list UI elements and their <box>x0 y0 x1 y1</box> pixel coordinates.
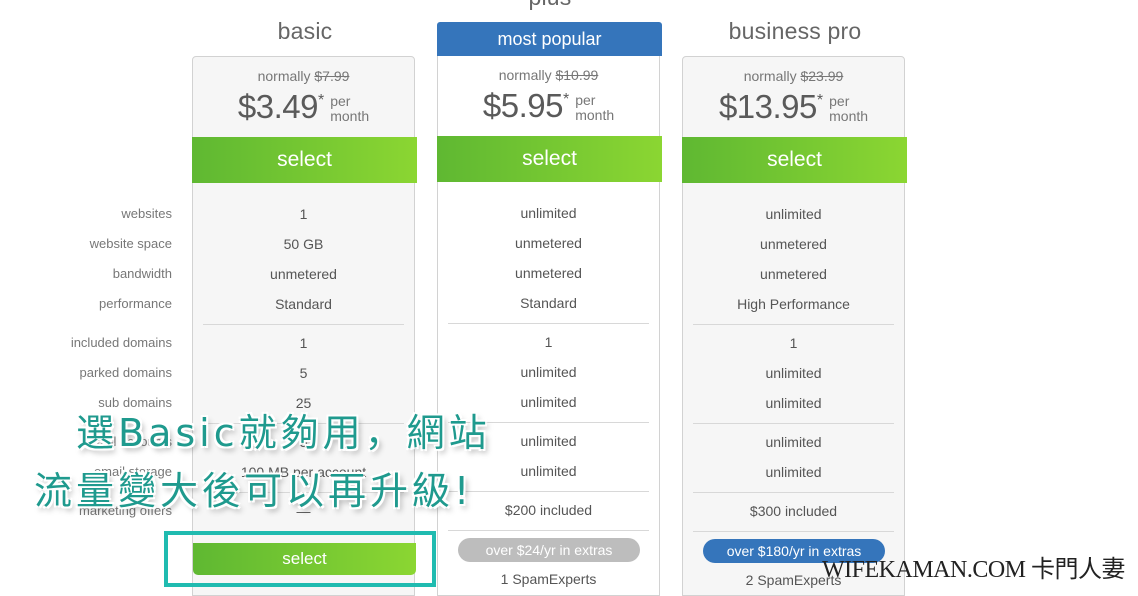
per-month: per month <box>829 94 868 124</box>
divider <box>693 423 894 424</box>
current-price: $13.95 <box>718 88 817 125</box>
value-parked-domains: unlimited <box>520 364 577 380</box>
value-performance: High Performance <box>737 296 850 312</box>
value-parked-domains: unlimited <box>765 365 822 381</box>
value-performance: Standard <box>520 295 577 311</box>
value-marketing-offers: $300 included <box>749 503 838 519</box>
normal-price: normally $10.99 <box>438 67 659 83</box>
value-spam-experts: 1 SpamExperts <box>500 571 597 587</box>
label-websites: websites <box>121 206 172 221</box>
value-sub-domains: unlimited <box>765 395 822 411</box>
per-text: per <box>829 93 850 109</box>
divider <box>693 324 894 325</box>
value-websites: 1 <box>299 206 308 222</box>
value-included-domains: 1 <box>789 335 798 351</box>
normally-label: normally <box>743 68 797 84</box>
divider <box>693 531 894 532</box>
per-month: per month <box>575 93 614 123</box>
select-button-plus[interactable]: select <box>437 136 662 182</box>
price-block: normally $7.99 $3.49 * per month <box>193 57 414 137</box>
month-text: month <box>330 108 370 124</box>
old-price: $7.99 <box>314 68 350 84</box>
value-included-domains: 1 <box>299 335 308 351</box>
normally-label: normally <box>257 68 311 84</box>
plan-card-business-pro: normally $23.99 $13.95 * per month select… <box>682 56 907 596</box>
label-included-domains: included domains <box>70 335 172 350</box>
annotation-line-2: 流量變大後可以再升級! <box>34 469 474 513</box>
plan-title-basic: basic <box>277 18 333 44</box>
current-price: $5.95 <box>482 87 564 124</box>
plan-title-business-pro: business pro <box>728 18 862 44</box>
normal-price: normally $23.99 <box>683 68 904 84</box>
value-bandwidth: unmetered <box>270 266 337 282</box>
value-websites: unlimited <box>765 206 822 222</box>
value-bandwidth: unmetered <box>760 266 827 282</box>
normally-label: normally <box>498 67 552 83</box>
value-website-space: unmetered <box>515 235 582 251</box>
month-text: month <box>575 107 615 123</box>
label-bandwidth: bandwidth <box>112 266 172 281</box>
plan-card-basic: normally $7.99 $3.49 * per month select 1… <box>192 56 417 596</box>
price-asterisk: * <box>317 92 325 109</box>
month-text: month <box>829 108 869 124</box>
plan-card-plus: normally $10.99 $5.95 * per month select … <box>437 56 662 596</box>
price-block: normally $23.99 $13.95 * per month <box>683 57 904 137</box>
value-email-storage: unlimited <box>765 464 822 480</box>
value-bandwidth: unmetered <box>515 265 582 281</box>
price-asterisk: * <box>816 92 824 109</box>
divider <box>448 491 649 492</box>
value-performance: Standard <box>275 296 332 312</box>
value-included-domains: 1 <box>544 334 553 350</box>
label-performance: performance <box>99 296 172 311</box>
plan-title-plus: plus <box>437 0 663 11</box>
extras-pill: over $24/yr in extras <box>458 538 640 562</box>
per-text: per <box>575 92 596 108</box>
normal-price: normally $7.99 <box>193 68 414 84</box>
value-email-accounts: unlimited <box>765 434 822 450</box>
divider <box>448 323 649 324</box>
old-price: $10.99 <box>555 67 599 83</box>
highlight-annotation-box <box>164 531 436 587</box>
old-price: $23.99 <box>800 68 844 84</box>
label-parked-domains: parked domains <box>79 365 173 380</box>
select-button-basic[interactable]: select <box>192 137 417 183</box>
price-block: normally $10.99 $5.95 * per month <box>438 56 659 136</box>
most-popular-badge: most popular <box>437 22 662 56</box>
value-websites: unlimited <box>520 205 577 221</box>
select-button-business-pro[interactable]: select <box>682 137 907 183</box>
label-website-space: website space <box>89 236 172 251</box>
current-price: $3.49 <box>237 88 319 125</box>
divider <box>203 324 404 325</box>
divider <box>448 530 649 531</box>
per-month: per month <box>330 94 369 124</box>
value-website-space: 50 GB <box>283 236 324 252</box>
divider <box>693 492 894 493</box>
watermark: WIFEKAMAN.COM 卡門人妻 <box>822 557 1126 583</box>
per-text: per <box>330 93 351 109</box>
value-website-space: unmetered <box>760 236 827 252</box>
value-parked-domains: 5 <box>299 365 308 381</box>
price-asterisk: * <box>562 91 570 108</box>
annotation-line-1: 選Basic就夠用，網站 <box>76 411 491 455</box>
